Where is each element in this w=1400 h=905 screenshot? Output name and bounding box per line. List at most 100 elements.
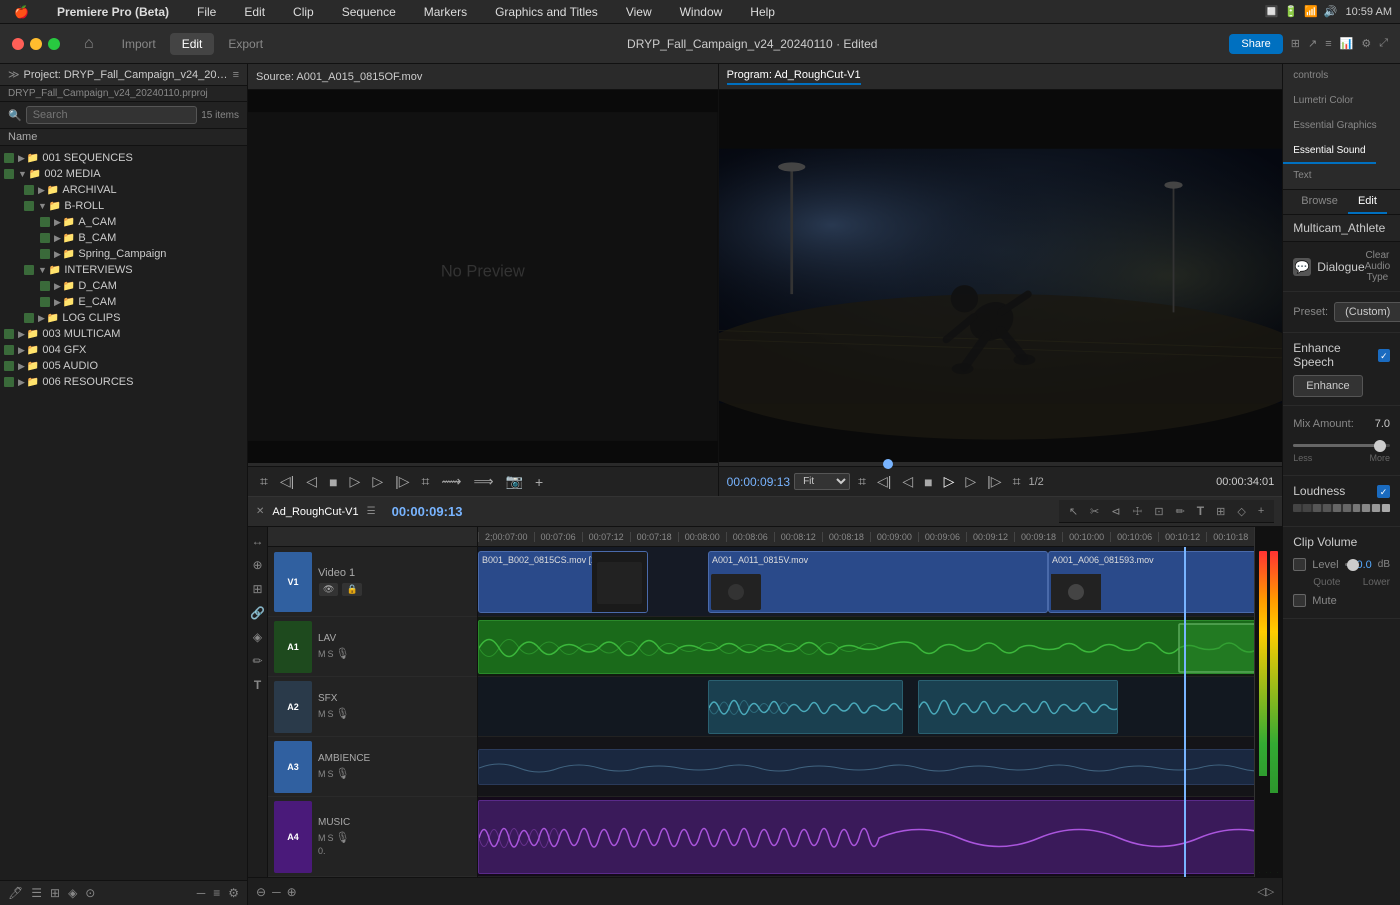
metadata-icon[interactable]: ≡ <box>211 884 222 902</box>
source-overwrite[interactable]: ⟹ <box>469 471 497 492</box>
tl-tool-edit[interactable]: ✂ <box>1086 503 1103 520</box>
program-step-back[interactable]: ◁| <box>873 471 895 492</box>
free-form-icon[interactable]: ◈ <box>66 884 79 902</box>
tree-item-spring[interactable]: ▶ 📁 Spring_Campaign <box>0 246 247 262</box>
tree-item-003multicam[interactable]: ▶ 📁 003 MULTICAM <box>0 326 247 342</box>
project-expand-icon[interactable]: ≫ <box>8 68 20 81</box>
tree-item-004gfx[interactable]: ▶ 📁 004 GFX <box>0 342 247 358</box>
program-mark-out[interactable]: ⌗ <box>1009 471 1025 492</box>
export-icon[interactable]: ↗ <box>1308 37 1317 50</box>
clip-a001a006[interactable]: A001_A006_081593.mov <box>1048 551 1254 613</box>
source-insert[interactable]: ⟿ <box>437 471 465 492</box>
settings-icon[interactable]: ⚙ <box>1361 37 1371 50</box>
source-play-step-back[interactable]: ◁| <box>276 471 298 492</box>
program-fit-select[interactable]: Fit25%50%75%100% <box>794 473 850 490</box>
icon-view-icon[interactable]: ⊞ <box>48 884 62 902</box>
audio-clip-lav[interactable]: fx <box>478 620 1254 674</box>
tree-item-005audio[interactable]: ▶ 📁 005 AUDIO <box>0 358 247 374</box>
settings-tool-icon[interactable]: ⚙ <box>226 884 241 902</box>
audio-clip-music[interactable]: ♪ ♪ <box>478 800 1254 874</box>
menu-file[interactable]: File <box>191 3 222 21</box>
enhance-speech-checkbox[interactable] <box>1378 349 1390 362</box>
source-step-fwd[interactable]: ▷ <box>368 471 387 492</box>
minimize-button[interactable] <box>30 38 42 50</box>
slider-icon[interactable]: ─ <box>195 884 208 902</box>
program-play[interactable]: ▷ <box>940 471 959 492</box>
program-mark-in[interactable]: ⌗ <box>854 471 870 492</box>
enhance-button[interactable]: Enhance <box>1293 375 1362 397</box>
tree-item-001sequences[interactable]: ▶ 📁 001 SEQUENCES <box>0 150 247 166</box>
tab-export[interactable]: Export <box>216 33 275 55</box>
sub-tab-browse[interactable]: Browse <box>1291 190 1348 214</box>
tl-pen2[interactable]: ✏ <box>249 651 265 671</box>
tl-select-all[interactable]: ⊕ <box>249 555 265 575</box>
new-bin-icon[interactable]: 🖊 <box>6 884 25 902</box>
source-stop[interactable]: ■ <box>325 472 341 492</box>
clip-a001a011[interactable]: A001_A011_0815V.mov <box>708 551 1048 613</box>
tl-settings[interactable]: + <box>1254 503 1268 519</box>
tab-essential-graphics[interactable]: Essential Graphics <box>1283 114 1386 139</box>
program-step-fwd[interactable]: ▷ <box>961 471 980 492</box>
tl-tool-track[interactable]: ☩ <box>1128 503 1146 520</box>
tree-item-006resources[interactable]: ▶ 📁 006 RESOURCES <box>0 374 247 390</box>
preset-select[interactable]: (Custom) <box>1334 302 1400 322</box>
source-camera[interactable]: 📷 <box>502 471 527 492</box>
source-play[interactable]: ▷ <box>346 471 365 492</box>
timeline-menu-icon[interactable]: ☰ <box>367 506 376 517</box>
close-button[interactable] <box>12 38 24 50</box>
audio-clip-ambience[interactable] <box>478 749 1254 785</box>
menu-markers[interactable]: Markers <box>418 3 473 21</box>
program-play-back[interactable]: ◁ <box>898 471 917 492</box>
tl-type[interactable]: T <box>251 675 264 695</box>
tl-tool-pen[interactable]: ✏ <box>1172 503 1189 520</box>
expand-arrow[interactable]: ▶ <box>18 153 25 164</box>
source-step-back[interactable]: ◁ <box>302 471 321 492</box>
source-play-step-fwd[interactable]: |▷ <box>391 471 413 492</box>
tl-bottom-zoom-out[interactable]: ⊖ <box>256 885 266 899</box>
program-stop[interactable]: ■ <box>920 472 936 492</box>
mix-amount-slider[interactable]: Less More <box>1293 434 1390 467</box>
menu-help[interactable]: Help <box>744 3 781 21</box>
source-mark-out[interactable]: ⌗ <box>418 471 434 492</box>
tree-item-acam[interactable]: ▶ 📁 A_CAM <box>0 214 247 230</box>
menu-view[interactable]: View <box>620 3 658 21</box>
panels-icon[interactable]: ⊞ <box>1291 37 1300 50</box>
tab-edit[interactable]: Edit <box>170 33 215 55</box>
menu-clip[interactable]: Clip <box>287 3 320 21</box>
menu-graphics-titles[interactable]: Graphics and Titles <box>489 3 604 21</box>
sort-icon[interactable]: ⊙ <box>83 884 97 902</box>
menu-sequence[interactable]: Sequence <box>336 3 402 21</box>
audio-clip-sfx1[interactable] <box>708 680 903 734</box>
tl-linked[interactable]: 🔗 <box>248 603 268 623</box>
tree-item-logclips[interactable]: ▶ 📁 LOG CLIPS <box>0 310 247 326</box>
tl-move-tool[interactable]: ↔ <box>249 531 267 551</box>
program-timecode-bar[interactable] <box>719 462 1283 466</box>
tl-tool-ripple[interactable]: ⊲ <box>1107 503 1124 520</box>
tree-item-bcam[interactable]: ▶ 📁 B_CAM <box>0 230 247 246</box>
expand-icon[interactable]: ⤢ <box>1379 37 1388 50</box>
tab-import[interactable]: Import <box>110 33 168 55</box>
tl-bottom-zoom-in[interactable]: ⊕ <box>287 885 297 899</box>
tab-controls[interactable]: controls <box>1283 64 1338 89</box>
menu-edit[interactable]: Edit <box>238 3 271 21</box>
menu-app[interactable]: Premiere Pro (Beta) <box>51 3 175 21</box>
search-input[interactable] <box>26 106 198 124</box>
tl-snap[interactable]: ⊞ <box>1212 503 1229 520</box>
source-more[interactable]: + <box>531 472 547 492</box>
program-play-fwd[interactable]: |▷ <box>983 471 1005 492</box>
tree-item-broll[interactable]: ▼ 📁 B-ROLL <box>0 198 247 214</box>
panel-menu-icon[interactable]: ≡ <box>233 69 239 81</box>
audio-clip-sfx2[interactable] <box>918 680 1118 734</box>
clip-b001[interactable]: B001_B002_0815CS.mov [200%] fx <box>478 551 648 613</box>
list-view-icon[interactable]: ☰ <box>29 884 44 902</box>
expand-arrow-002[interactable]: ▼ <box>18 169 27 179</box>
tl-bottom-settings[interactable]: ◁▷ <box>1257 885 1274 898</box>
sub-tab-edit[interactable]: Edit <box>1348 190 1387 214</box>
clip-volume-level-checkbox[interactable] <box>1293 558 1306 571</box>
tab-essential-sound[interactable]: Essential Sound <box>1283 139 1375 164</box>
tree-item-dcam[interactable]: ▶ 📁 D_CAM <box>0 278 247 294</box>
tree-item-002media[interactable]: ▼ 📁 002 MEDIA <box>0 166 247 182</box>
apple-menu[interactable]: 🍎 <box>8 3 35 21</box>
clear-audio-button[interactable]: Clear Audio Type <box>1365 250 1391 283</box>
clip-volume-mute-checkbox[interactable] <box>1293 594 1306 607</box>
